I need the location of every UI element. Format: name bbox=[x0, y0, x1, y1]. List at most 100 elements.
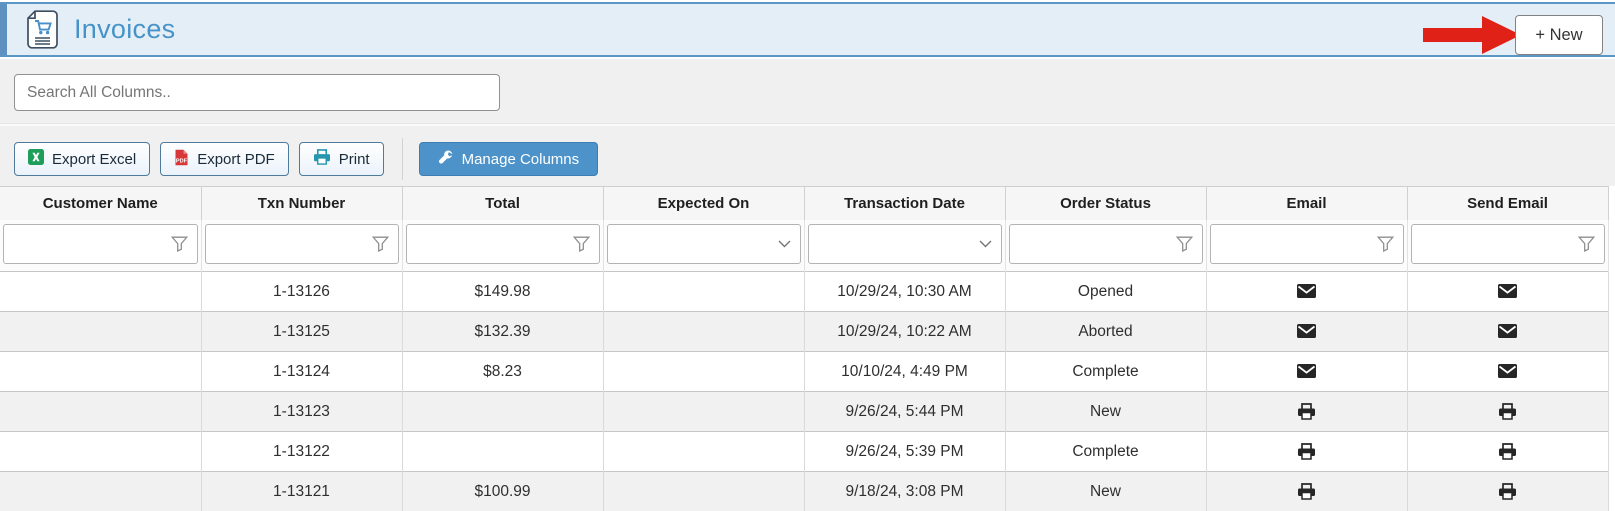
column-header-total[interactable]: Total bbox=[402, 187, 603, 220]
export-excel-label: Export Excel bbox=[52, 151, 136, 168]
printer-icon[interactable] bbox=[1498, 403, 1517, 420]
printer-icon[interactable] bbox=[1297, 443, 1316, 460]
cell-send-email-icon bbox=[1407, 472, 1608, 511]
filter-funnel-icon[interactable] bbox=[1377, 236, 1394, 252]
table-row[interactable]: 1-131239/26/24, 5:44 PMNew bbox=[0, 392, 1608, 432]
cell-send-email-icon bbox=[1407, 312, 1608, 352]
filter-funnel-icon[interactable] bbox=[1578, 236, 1595, 252]
filter-funnel-icon[interactable] bbox=[372, 236, 389, 252]
table-row[interactable]: 1-13124$8.2310/10/24, 4:49 PMComplete bbox=[0, 352, 1608, 392]
table-row[interactable]: 1-13122 9/26/24, 5:39 PMComplete bbox=[0, 432, 1608, 472]
envelope-icon[interactable] bbox=[1297, 284, 1316, 298]
filter-row bbox=[0, 220, 1608, 272]
cell-total bbox=[402, 392, 603, 432]
cell-email-icon bbox=[1206, 472, 1407, 511]
filter-cell-send-email bbox=[1407, 220, 1608, 272]
table-row[interactable]: 1-13121$100.999/18/24, 3:08 PMNew bbox=[0, 472, 1608, 511]
filter-text-txn-number[interactable] bbox=[206, 225, 398, 263]
cell-txn-number: 1-13125 bbox=[201, 312, 402, 352]
column-header-send-email[interactable]: Send Email bbox=[1407, 187, 1608, 220]
filter-funnel-icon[interactable] bbox=[573, 236, 590, 252]
printer-icon[interactable] bbox=[1297, 483, 1316, 500]
column-header-transaction-date[interactable]: Transaction Date bbox=[804, 187, 1005, 220]
table-row[interactable]: 1-13126$149.9810/29/24, 10:30 AMOpened bbox=[0, 272, 1608, 312]
printer-icon[interactable] bbox=[1498, 483, 1517, 500]
print-label: Print bbox=[339, 151, 370, 168]
chevron-down-icon[interactable] bbox=[778, 240, 791, 248]
cell-order-status: New bbox=[1005, 392, 1206, 432]
envelope-icon[interactable] bbox=[1498, 364, 1517, 378]
filter-funnel-icon[interactable] bbox=[1176, 236, 1193, 252]
filter-funnel-icon[interactable] bbox=[171, 236, 188, 252]
filter-cell-email bbox=[1206, 220, 1407, 272]
column-header-email[interactable]: Email bbox=[1206, 187, 1407, 220]
cell-email-icon bbox=[1206, 272, 1407, 312]
printer-icon bbox=[313, 149, 331, 169]
cell-customer-name bbox=[0, 352, 201, 392]
manage-columns-button[interactable]: Manage Columns bbox=[419, 142, 599, 176]
filter-text-transaction-date[interactable] bbox=[809, 225, 1001, 263]
cell-expected-on bbox=[603, 272, 804, 312]
column-header-txn-number[interactable]: Txn Number bbox=[201, 187, 402, 220]
column-header-expected-on[interactable]: Expected On bbox=[603, 187, 804, 220]
table-row[interactable]: 1-13125$132.3910/29/24, 10:22 AMAborted bbox=[0, 312, 1608, 352]
cell-email-icon bbox=[1206, 392, 1407, 432]
cell-order-status: Aborted bbox=[1005, 312, 1206, 352]
excel-icon bbox=[28, 149, 44, 169]
chevron-down-icon[interactable] bbox=[979, 240, 992, 248]
filter-input-customer-name[interactable] bbox=[3, 224, 198, 264]
envelope-icon[interactable] bbox=[1297, 324, 1316, 338]
filter-cell-expected-on bbox=[603, 220, 804, 272]
filter-input-send-email[interactable] bbox=[1411, 224, 1605, 264]
cell-email-icon bbox=[1206, 352, 1407, 392]
column-header-customer-name[interactable]: Customer Name bbox=[0, 187, 201, 220]
printer-icon[interactable] bbox=[1498, 443, 1517, 460]
filter-text-order-status[interactable] bbox=[1010, 225, 1202, 263]
wrench-icon bbox=[438, 150, 453, 169]
cell-txn-number: 1-13124 bbox=[201, 352, 402, 392]
export-pdf-button[interactable]: PDF Export PDF bbox=[160, 142, 289, 176]
filter-input-email[interactable] bbox=[1210, 224, 1404, 264]
cell-expected-on bbox=[603, 352, 804, 392]
cell-expected-on bbox=[603, 432, 804, 472]
cell-expected-on bbox=[603, 392, 804, 432]
filter-text-expected-on[interactable] bbox=[608, 225, 800, 263]
cell-txn-number: 1-13123 bbox=[201, 392, 402, 432]
header-accent-bar bbox=[0, 4, 7, 55]
printer-icon[interactable] bbox=[1297, 403, 1316, 420]
export-pdf-label: Export PDF bbox=[197, 151, 275, 168]
filter-input-order-status[interactable] bbox=[1009, 224, 1203, 264]
cell-order-status: Complete bbox=[1005, 432, 1206, 472]
cell-txn-number: 1-13121 bbox=[201, 472, 402, 511]
print-button[interactable]: Print bbox=[299, 142, 384, 176]
cell-send-email-icon bbox=[1407, 352, 1608, 392]
filter-input-expected-on[interactable] bbox=[607, 224, 801, 264]
filter-text-total[interactable] bbox=[407, 225, 599, 263]
invoices-page: { "header": { "title": "Invoices", "titl… bbox=[0, 0, 1615, 511]
filter-text-send-email[interactable] bbox=[1412, 225, 1604, 263]
cell-total: $149.98 bbox=[402, 272, 603, 312]
envelope-icon[interactable] bbox=[1498, 324, 1517, 338]
filter-input-transaction-date[interactable] bbox=[808, 224, 1002, 264]
page-title: Invoices bbox=[74, 14, 175, 45]
new-button[interactable]: + New bbox=[1515, 15, 1603, 55]
filter-cell-order-status bbox=[1005, 220, 1206, 272]
cell-order-status: Opened bbox=[1005, 272, 1206, 312]
cell-transaction-date: 10/29/24, 10:30 AM bbox=[804, 272, 1005, 312]
page-header: Invoices + New bbox=[0, 2, 1615, 57]
filter-cell-total bbox=[402, 220, 603, 272]
envelope-icon[interactable] bbox=[1297, 364, 1316, 378]
column-header-order-status[interactable]: Order Status bbox=[1005, 187, 1206, 220]
filter-input-txn-number[interactable] bbox=[205, 224, 399, 264]
cell-transaction-date: 9/26/24, 5:39 PM bbox=[804, 432, 1005, 472]
invoices-grid: Customer NameTxn NumberTotalExpected OnT… bbox=[0, 186, 1609, 511]
cell-txn-number: 1-13122 bbox=[201, 432, 402, 472]
filter-input-total[interactable] bbox=[406, 224, 600, 264]
filter-cell-transaction-date bbox=[804, 220, 1005, 272]
search-input[interactable] bbox=[14, 74, 500, 111]
cell-total: $100.99 bbox=[402, 472, 603, 511]
filter-text-email[interactable] bbox=[1211, 225, 1403, 263]
filter-text-customer-name[interactable] bbox=[4, 225, 197, 263]
export-excel-button[interactable]: Export Excel bbox=[14, 142, 150, 176]
envelope-icon[interactable] bbox=[1498, 284, 1517, 298]
